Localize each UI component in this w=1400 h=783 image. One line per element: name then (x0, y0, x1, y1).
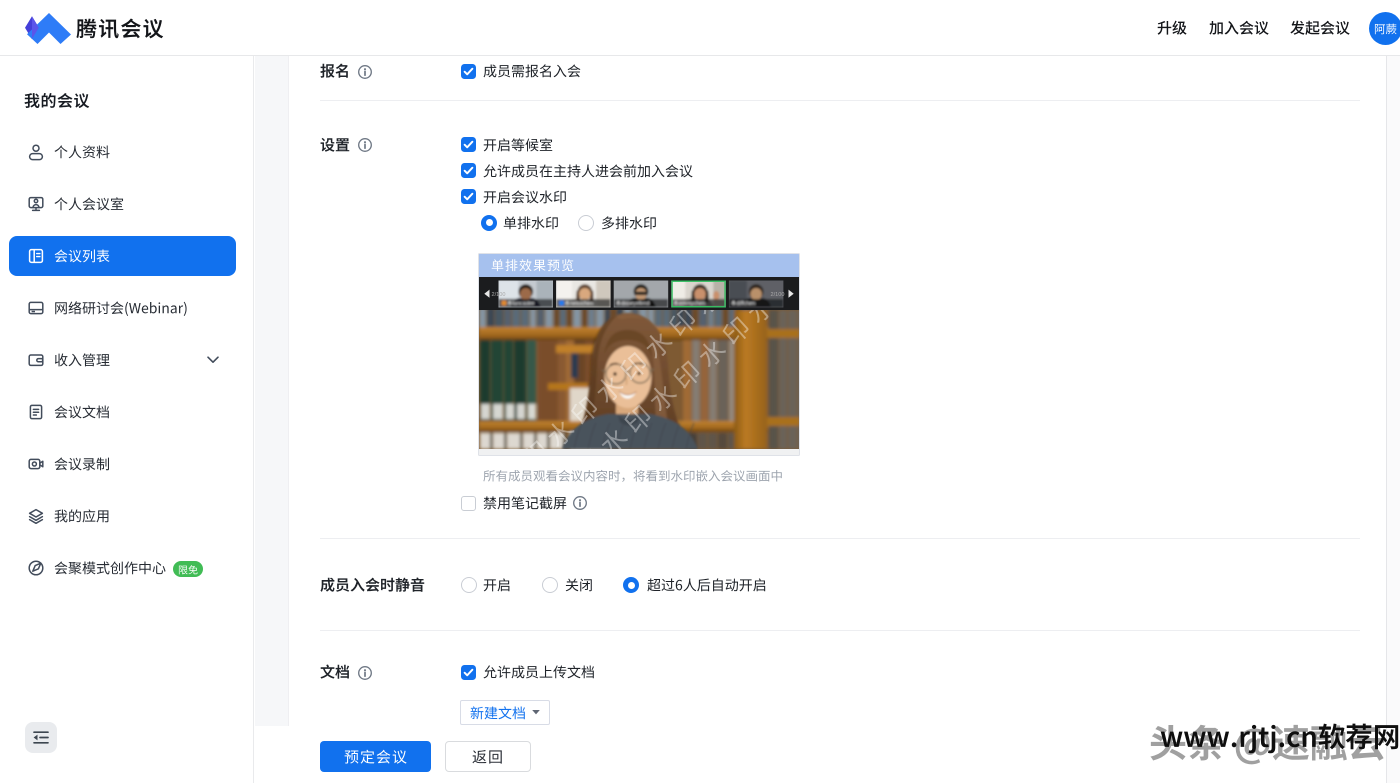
svg-text:neilochen: neilochen (570, 301, 593, 307)
svg-text:diffchen: diffchen (737, 301, 756, 307)
svg-text:lancaster: lancaster (513, 301, 535, 307)
svg-text:2/100: 2/100 (492, 292, 506, 298)
svg-text:dopeyefend: dopeyefend (621, 301, 649, 307)
svg-text:2/100: 2/100 (771, 292, 785, 298)
svg-text:emmychen: emmychen (679, 301, 705, 307)
